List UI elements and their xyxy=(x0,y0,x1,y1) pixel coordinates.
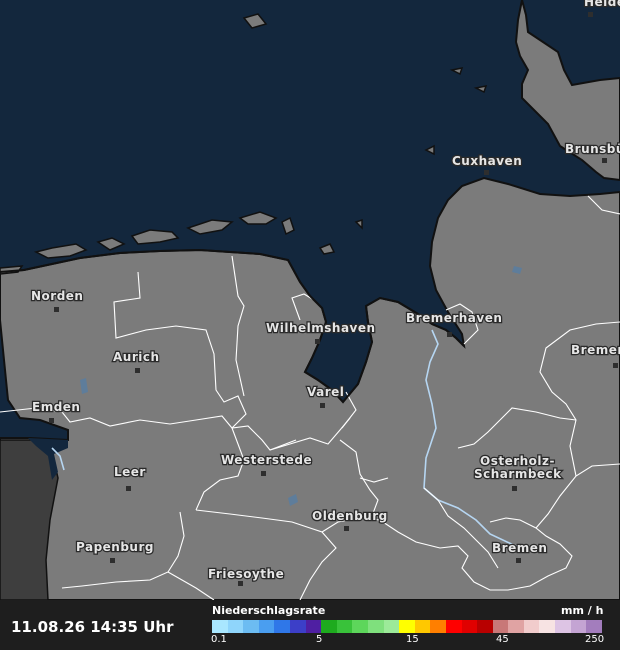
city-dot-norden xyxy=(54,307,59,312)
city-label-papenburg: Papenburg xyxy=(76,540,154,554)
city-label-norden: Norden xyxy=(31,289,83,303)
legend-swatch-11 xyxy=(383,620,400,633)
city-label-osterholz-line1: Osterholz- xyxy=(480,454,555,468)
legend-swatch-7 xyxy=(321,620,337,633)
legend-swatch-22 xyxy=(555,620,571,633)
city-label-brunsbuettel: Brunsbü xyxy=(565,142,620,156)
legend-swatch-5 xyxy=(289,620,306,633)
city-label-osterholz-line2: Scharmbeck xyxy=(474,467,562,481)
city-dot-wilhelmshaven xyxy=(315,339,320,344)
city-dot-bremervoerde xyxy=(613,363,618,368)
city-label-varel: Varel xyxy=(307,385,344,399)
legend-swatch-0 xyxy=(212,620,228,633)
weather-radar-map[interactable]: Heide Cuxhaven Brunsbü Norden Wilhelmsha… xyxy=(0,0,620,650)
legend-unit: mm / h xyxy=(561,604,604,617)
legend-swatch-24 xyxy=(586,620,602,633)
city-label-bremerhaven: Bremerhaven xyxy=(406,311,502,325)
city-dot-varel xyxy=(320,403,325,408)
city-label-oldenburg: Oldenburg xyxy=(312,509,388,523)
city-label-aurich: Aurich xyxy=(113,350,160,364)
city-label-friesoythe: Friesoythe xyxy=(208,567,284,581)
legend-swatch-18 xyxy=(492,620,509,633)
legend-swatch-15 xyxy=(445,620,462,633)
timestamp: 11.08.26 14:35 Uhr xyxy=(11,618,174,636)
legend-swatch-1 xyxy=(227,620,244,633)
city-label-bremen: Bremen xyxy=(492,541,547,555)
legend-swatch-23 xyxy=(570,620,587,633)
legend-tick-1: 5 xyxy=(316,634,323,645)
city-label-emden: Emden xyxy=(32,400,80,414)
city-label-cuxhaven: Cuxhaven xyxy=(452,154,522,168)
legend-swatch-13 xyxy=(414,620,431,633)
legend-swatch-2 xyxy=(243,620,259,633)
legend-swatch-12 xyxy=(399,620,415,633)
city-dot-heide xyxy=(588,12,593,17)
city-dot-leer xyxy=(126,486,131,491)
legend-tick-3: 45 xyxy=(496,634,509,645)
city-dot-brunsbuettel xyxy=(602,158,607,163)
city-label-bremervoerde: Bremer xyxy=(571,343,620,357)
legend-tick-4: 250 xyxy=(585,634,605,645)
precipitation-legend-bar xyxy=(212,620,602,633)
city-label-wilhelmshaven: Wilhelmshaven xyxy=(266,321,376,335)
city-label-leer: Leer xyxy=(114,465,146,479)
city-dot-bremerhaven xyxy=(447,332,452,337)
legend-swatch-4 xyxy=(274,620,290,633)
city-dot-westerstede xyxy=(261,471,266,476)
legend-swatch-10 xyxy=(367,620,384,633)
legend-swatch-14 xyxy=(430,620,446,633)
legend-swatch-19 xyxy=(508,620,524,633)
city-label-heide: Heide xyxy=(584,0,620,9)
legend-swatch-8 xyxy=(336,620,353,633)
city-dot-friesoythe xyxy=(238,581,243,586)
city-dot-aurich xyxy=(135,368,140,373)
city-dot-bremen xyxy=(516,558,521,563)
city-dot-osterholz xyxy=(512,486,517,491)
legend-swatch-9 xyxy=(352,620,368,633)
legend-swatch-17 xyxy=(477,620,493,633)
city-dot-emden xyxy=(49,418,54,423)
legend-swatch-16 xyxy=(461,620,478,633)
legend-tick-0: 0.1 xyxy=(211,634,227,645)
city-dot-cuxhaven xyxy=(484,170,489,175)
legend-swatch-20 xyxy=(523,620,540,633)
legend-swatch-6 xyxy=(305,620,322,633)
city-dot-oldenburg xyxy=(344,526,349,531)
city-dot-papenburg xyxy=(110,558,115,563)
legend-swatch-21 xyxy=(539,620,556,633)
city-label-westerstede: Westerstede xyxy=(221,453,312,467)
legend-title: Niederschlagsrate xyxy=(212,604,326,617)
legend-swatch-3 xyxy=(258,620,275,633)
legend-tick-2: 15 xyxy=(406,634,419,645)
